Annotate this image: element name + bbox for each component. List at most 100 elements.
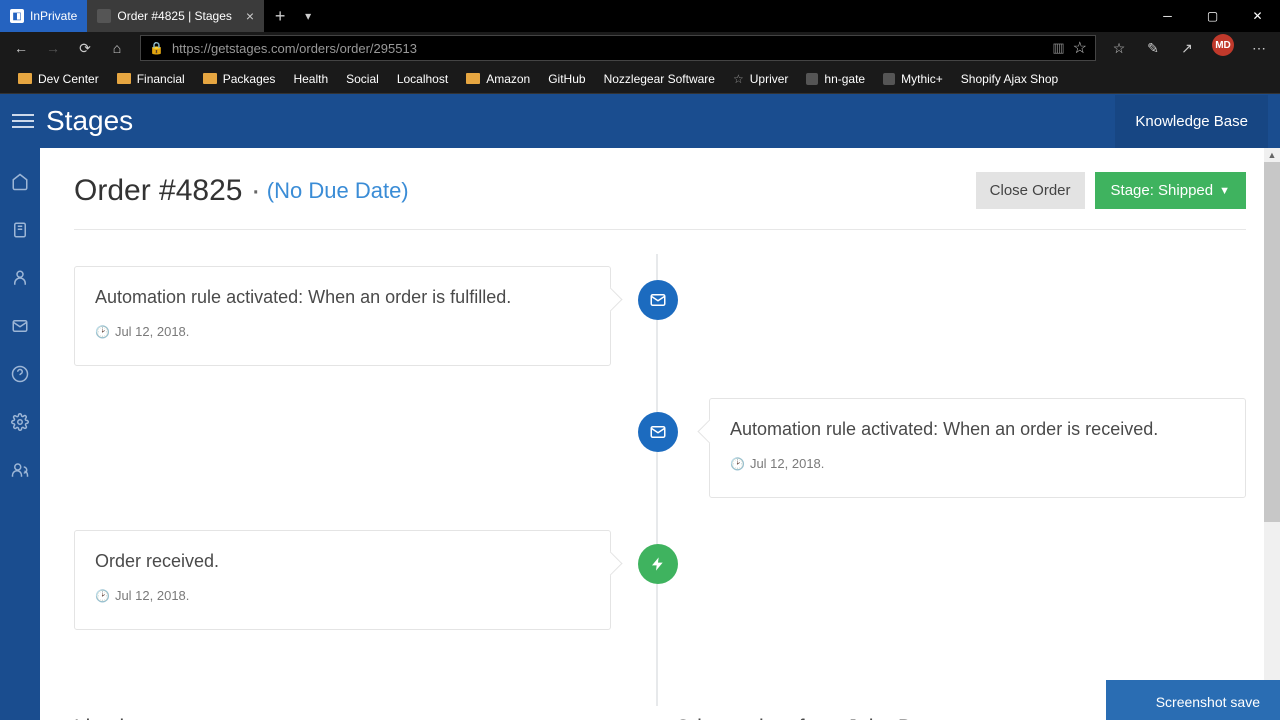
sidebar-orders-icon[interactable] (10, 220, 30, 240)
bookmark-label: Financial (137, 72, 185, 86)
profile-avatar[interactable]: MD (1212, 34, 1234, 56)
bookmark-shopify[interactable]: Shopify Ajax Shop (953, 67, 1066, 91)
bookmark-nozzlegear[interactable]: Nozzlegear Software (596, 67, 723, 91)
page-title: Order #4825 · (74, 174, 261, 208)
tab-active-title: Order #4825 | Stages (117, 9, 232, 23)
order-header: Order #4825 · (No Due Date) Close Order … (74, 172, 1246, 209)
bookmark-localhost[interactable]: Localhost (389, 67, 456, 91)
new-tab-button[interactable]: + (264, 0, 296, 32)
sidebar-mail-icon[interactable] (10, 316, 30, 336)
inprivate-icon: ◧ (10, 9, 24, 23)
timeline-date-text: Jul 12, 2018. (115, 588, 189, 603)
home-button[interactable]: ⌂ (102, 34, 132, 62)
screenshot-toast[interactable]: Screenshot save (1106, 680, 1280, 720)
bookmark-hn-gate[interactable]: hn-gate (798, 67, 873, 91)
minimize-icon[interactable]: ─ (1145, 0, 1190, 32)
timeline-card[interactable]: Automation rule activated: When an order… (709, 398, 1246, 498)
timeline-node-bolt-icon (638, 544, 678, 584)
bookmark-label: Upriver (750, 72, 789, 86)
bookmark-financial[interactable]: Financial (109, 67, 193, 91)
timeline-node-mail-icon (638, 412, 678, 452)
close-order-button[interactable]: Close Order (976, 172, 1085, 209)
tab-close-icon[interactable]: × (246, 8, 254, 24)
timeline-card-title: Order received. (95, 551, 590, 572)
clock-icon: 🕑 (95, 589, 110, 603)
bookmark-github[interactable]: GitHub (540, 67, 593, 91)
favorite-icon[interactable]: ☆ (1073, 38, 1087, 58)
bookmark-social[interactable]: Social (338, 67, 387, 91)
tab-inprivate-label: InPrivate (30, 9, 77, 23)
bookmark-label: Localhost (397, 72, 448, 86)
divider (74, 229, 1246, 230)
bookmark-upriver[interactable]: ☆Upriver (725, 67, 796, 91)
bookmark-label: Nozzlegear Software (604, 72, 715, 86)
sections: Line items. Other orders from John Doe. (74, 716, 1246, 720)
tab-overflow-icon[interactable]: ▾ (296, 0, 320, 32)
square-icon (806, 73, 818, 85)
back-button[interactable]: ← (6, 34, 36, 62)
timeline-card-date: 🕑Jul 12, 2018. (95, 324, 590, 339)
scroll-thumb[interactable] (1264, 162, 1280, 522)
reader-icon[interactable]: ▥ (1052, 40, 1064, 56)
sidebar-settings-icon[interactable] (10, 412, 30, 432)
scrollbar[interactable]: ▲ (1264, 148, 1280, 720)
bookmark-amazon[interactable]: Amazon (458, 67, 538, 91)
timeline-row: Automation rule activated: When an order… (74, 266, 1246, 366)
knowledge-base-link[interactable]: Knowledge Base (1115, 95, 1268, 148)
sidebar-users-icon[interactable] (10, 460, 30, 480)
folder-icon (18, 73, 32, 84)
maximize-icon[interactable]: ▢ (1190, 0, 1235, 32)
stage-label: Stage: Shipped (1111, 182, 1214, 199)
refresh-button[interactable]: ⟳ (70, 34, 100, 62)
timeline-card-date: 🕑Jul 12, 2018. (730, 456, 1225, 471)
browser-navbar: ← → ⟳ ⌂ 🔒 https://getstages.com/orders/o… (0, 32, 1280, 64)
tab-inprivate[interactable]: ◧ InPrivate (0, 0, 87, 32)
tab-favicon-icon (97, 9, 111, 23)
timeline-card[interactable]: Automation rule activated: When an order… (74, 266, 611, 366)
app-title: Stages (46, 105, 133, 137)
favorites-icon[interactable]: ☆ (1104, 34, 1134, 62)
bookmark-label: Dev Center (38, 72, 99, 86)
sidebar (0, 148, 40, 720)
bookmark-label: Social (346, 72, 379, 86)
bookmark-label: Health (293, 72, 328, 86)
hamburger-icon[interactable] (12, 114, 34, 128)
bookmark-label: Packages (223, 72, 276, 86)
bookmark-label: GitHub (548, 72, 585, 86)
stage-dropdown-button[interactable]: Stage: Shipped ▼ (1095, 172, 1246, 209)
more-icon[interactable]: ⋯ (1244, 34, 1274, 62)
tab-active[interactable]: Order #4825 | Stages × (87, 0, 264, 32)
forward-button[interactable]: → (38, 34, 68, 62)
timeline: Automation rule activated: When an order… (74, 266, 1246, 666)
app-root: Stages Knowledge Base ▲ Order #4825 · (0, 94, 1280, 720)
content-area: ▲ Order #4825 · (No Due Date) Close Orde… (40, 148, 1280, 720)
due-date-link[interactable]: (No Due Date) (267, 178, 409, 204)
section-heading: Line items. (74, 716, 645, 720)
folder-icon (203, 73, 217, 84)
sidebar-help-icon[interactable] (10, 364, 30, 384)
app-body: ▲ Order #4825 · (No Due Date) Close Orde… (0, 148, 1280, 720)
bookmark-dev-center[interactable]: Dev Center (10, 67, 107, 91)
timeline-row: Order received. 🕑 Jul 12, 2018. (74, 530, 1246, 630)
bookmark-packages[interactable]: Packages (195, 67, 284, 91)
sidebar-home-icon[interactable] (10, 172, 30, 192)
share-icon[interactable]: ↗ (1172, 34, 1202, 62)
timeline-card[interactable]: Order received. 🕑 Jul 12, 2018. (74, 530, 611, 630)
timeline-date-text: Jul 12, 2018. (115, 324, 189, 339)
browser-titlebar: ◧ InPrivate Order #4825 | Stages × + ▾ ─… (0, 0, 1280, 32)
notes-icon[interactable]: ✎ (1138, 34, 1168, 62)
order-number: Order #4825 (74, 174, 242, 207)
folder-icon (466, 73, 480, 84)
order-actions: Close Order Stage: Shipped ▼ (976, 172, 1246, 209)
sidebar-customers-icon[interactable] (10, 268, 30, 288)
close-window-icon[interactable]: ✕ (1235, 0, 1280, 32)
toast-text: Screenshot save (1156, 694, 1260, 710)
square-icon (883, 73, 895, 85)
url-text: https://getstages.com/orders/order/29551… (172, 41, 1044, 56)
timeline-row: Automation rule activated: When an order… (74, 398, 1246, 498)
line-items-section: Line items. (74, 716, 645, 720)
address-bar[interactable]: 🔒 https://getstages.com/orders/order/295… (140, 35, 1096, 61)
bookmark-mythic[interactable]: Mythic+ (875, 67, 951, 91)
bookmark-health[interactable]: Health (285, 67, 336, 91)
scroll-up-icon[interactable]: ▲ (1264, 148, 1280, 162)
